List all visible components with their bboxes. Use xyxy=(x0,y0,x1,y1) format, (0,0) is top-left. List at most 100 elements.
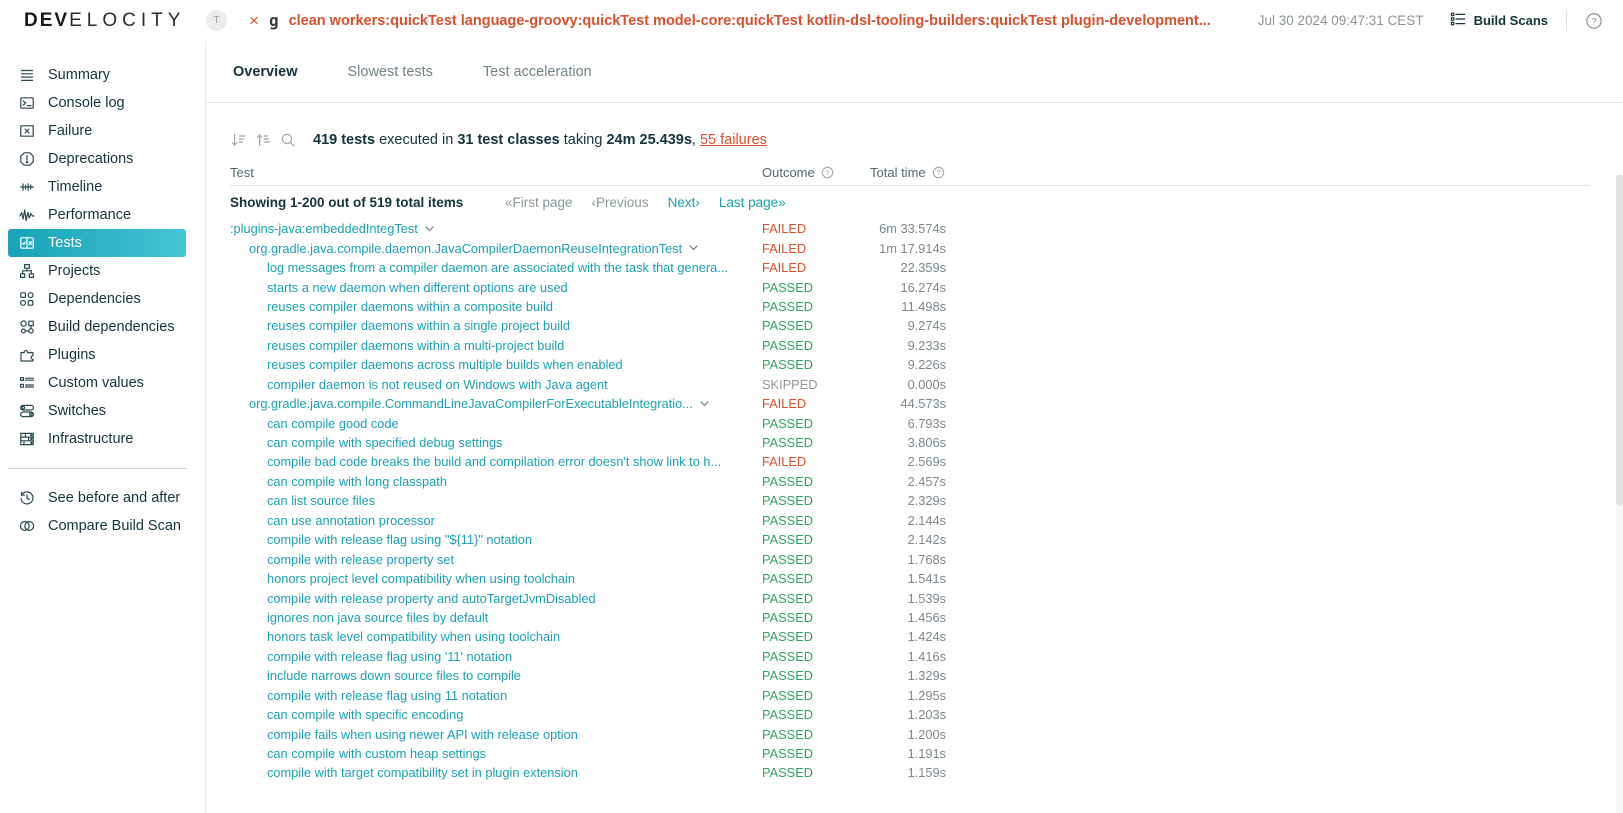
sidebar-item-performance[interactable]: Performance xyxy=(8,201,186,229)
sidebar-item-deprecations[interactable]: Deprecations xyxy=(8,145,186,173)
test-link[interactable]: compile with release flag using '11' not… xyxy=(267,649,512,664)
close-icon[interactable]: × xyxy=(249,11,259,31)
tab-test-acceleration[interactable]: Test acceleration xyxy=(483,64,592,80)
sidebar-item-switches[interactable]: Switches xyxy=(8,397,186,425)
outcome-badge: PASSED xyxy=(762,532,870,547)
sidebar-item-label: Switches xyxy=(48,403,106,419)
pagination-previous[interactable]: ‹Previous xyxy=(592,195,649,210)
outcome-badge: PASSED xyxy=(762,765,870,780)
test-link[interactable]: can compile with specified debug setting… xyxy=(267,435,502,450)
chevron-down-icon[interactable] xyxy=(425,226,434,232)
pagination-last-page[interactable]: Last page» xyxy=(719,195,786,210)
test-link[interactable]: reuses compiler daemons within a single … xyxy=(267,318,570,333)
sidebar-item-dependencies[interactable]: Dependencies xyxy=(8,285,186,313)
performance-icon xyxy=(18,207,35,224)
test-link[interactable]: can list source files xyxy=(267,493,375,508)
sidebar-item-build-dependencies[interactable]: Build dependencies xyxy=(8,313,186,341)
test-link[interactable]: compile bad code breaks the build and co… xyxy=(267,454,721,469)
search-icon[interactable] xyxy=(280,132,296,148)
sidebar-item-compare-build-scan[interactable]: Compare Build Scan xyxy=(8,512,186,540)
total-time-value: 0.000s xyxy=(870,377,946,392)
test-link[interactable]: can use annotation processor xyxy=(267,513,435,528)
sidebar-item-timeline[interactable]: Timeline xyxy=(8,173,186,201)
sidebar-item-label: See before and after xyxy=(48,490,180,506)
scrollbar-thumb[interactable] xyxy=(1616,175,1623,505)
sidebar-item-plugins[interactable]: Plugins xyxy=(8,341,186,369)
test-link[interactable]: compile with target compatibility set in… xyxy=(267,765,578,780)
sort-asc-icon[interactable] xyxy=(255,132,271,148)
total-time-value: 6m 33.574s xyxy=(870,221,946,236)
sidebar-item-console-log[interactable]: Console log xyxy=(8,89,186,117)
pagination-first-page[interactable]: «First page xyxy=(505,195,573,210)
sidebar-item-infrastructure[interactable]: Infrastructure xyxy=(8,425,186,453)
sidebar-item-label: Deprecations xyxy=(48,151,133,167)
test-name-cell: compile with release flag using 11 notat… xyxy=(230,688,762,703)
custom-values-icon xyxy=(18,375,35,392)
sidebar-item-label: Custom values xyxy=(48,375,144,391)
outcome-badge: FAILED xyxy=(762,454,870,469)
total-time-value: 16.274s xyxy=(870,280,946,295)
test-link[interactable]: honors task level compatibility when usi… xyxy=(267,629,560,644)
test-link[interactable]: compile fails when using newer API with … xyxy=(267,727,578,742)
table-row: compile with release property setPASSED1… xyxy=(230,549,1590,568)
test-link[interactable]: ignores non java source files by default xyxy=(267,610,488,625)
test-link[interactable]: org.gradle.java.compile.CommandLineJavaC… xyxy=(249,396,693,411)
sidebar-item-tests[interactable]: Tests xyxy=(8,229,186,257)
sidebar-item-see-before-and-after[interactable]: See before and after xyxy=(8,484,186,512)
table-row: can use annotation processorPASSED2.144s xyxy=(230,511,1590,530)
header-divider xyxy=(1566,11,1567,31)
test-link[interactable]: can compile with long classpath xyxy=(267,474,447,489)
test-link[interactable]: reuses compiler daemons within a multi-p… xyxy=(267,338,564,353)
test-link[interactable]: can compile with specific encoding xyxy=(267,707,463,722)
failures-link[interactable]: 55 failures xyxy=(700,132,767,148)
table-row: reuses compiler daemons within a single … xyxy=(230,316,1590,335)
test-link[interactable]: reuses compiler daemons across multiple … xyxy=(267,357,623,372)
total-time-value: 2.329s xyxy=(870,493,946,508)
test-link[interactable]: honors project level compatibility when … xyxy=(267,571,575,586)
column-total-time: Total time ? xyxy=(870,165,946,180)
sidebar-item-projects[interactable]: Projects xyxy=(8,257,186,285)
total-time-help-icon[interactable]: ? xyxy=(932,166,945,179)
table-row: org.gradle.java.compile.CommandLineJavaC… xyxy=(230,394,1590,413)
test-link[interactable]: can compile good code xyxy=(267,416,399,431)
test-link[interactable]: include narrows down source files to com… xyxy=(267,668,521,683)
sort-desc-icon[interactable] xyxy=(230,132,246,148)
table-row: can compile with specific encodingPASSED… xyxy=(230,705,1590,724)
test-link[interactable]: :plugins-java:embeddedIntegTest xyxy=(230,221,418,236)
sidebar-main-items: SummaryConsole logFailure Deprecations Tim… xyxy=(0,61,205,453)
pagination: Showing 1-200 out of 519 total items «Fi… xyxy=(230,187,1590,217)
pagination-next[interactable]: Next› xyxy=(668,195,700,210)
test-link[interactable]: compiler daemon is not reused on Windows… xyxy=(267,377,608,392)
test-link[interactable]: starts a new daemon when different optio… xyxy=(267,280,568,295)
tab-slowest-tests[interactable]: Slowest tests xyxy=(348,64,433,80)
help-icon[interactable]: ? xyxy=(1585,12,1603,30)
test-name-cell: log messages from a compiler daemon are … xyxy=(230,260,762,275)
test-name-cell: compile with release property set xyxy=(230,552,762,567)
test-link[interactable]: log messages from a compiler daemon are … xyxy=(267,260,728,275)
test-link[interactable]: can compile with custom heap settings xyxy=(267,746,486,761)
outcome-badge: PASSED xyxy=(762,668,870,683)
test-link[interactable]: reuses compiler daemons within a composi… xyxy=(267,299,553,314)
outcome-badge: PASSED xyxy=(762,746,870,761)
sidebar-item-summary[interactable]: Summary xyxy=(8,61,186,89)
build-scans-button[interactable]: Build Scans xyxy=(1450,11,1548,30)
test-link[interactable]: compile with release flag using "${11}" … xyxy=(267,532,532,547)
test-link[interactable]: org.gradle.java.compile.daemon.JavaCompi… xyxy=(249,241,682,256)
tests-toolbar: 419 tests executed in 31 test classes ta… xyxy=(230,132,1590,148)
sidebar-item-label: Tests xyxy=(48,235,82,251)
test-link[interactable]: compile with release flag using 11 notat… xyxy=(267,688,507,703)
outcome-help-icon[interactable]: ? xyxy=(821,166,834,179)
sidebar-item-failure[interactable]: Failure xyxy=(8,117,186,145)
outcome-badge: PASSED xyxy=(762,649,870,664)
chevron-down-icon[interactable] xyxy=(689,245,698,251)
sidebar-item-custom-values[interactable]: Custom values xyxy=(8,369,186,397)
tab-overview[interactable]: Overview xyxy=(233,64,298,80)
test-link[interactable]: compile with release property set xyxy=(267,552,454,567)
total-time-value: 1.541s xyxy=(870,571,946,586)
total-time-value: 1.424s xyxy=(870,629,946,644)
develocity-logo[interactable]: DEVELOCITY xyxy=(24,10,206,32)
outcome-badge: FAILED xyxy=(762,241,870,256)
test-link[interactable]: compile with release property and autoTa… xyxy=(267,591,596,606)
sidebar-item-label: Timeline xyxy=(48,179,102,195)
chevron-down-icon[interactable] xyxy=(700,401,709,407)
